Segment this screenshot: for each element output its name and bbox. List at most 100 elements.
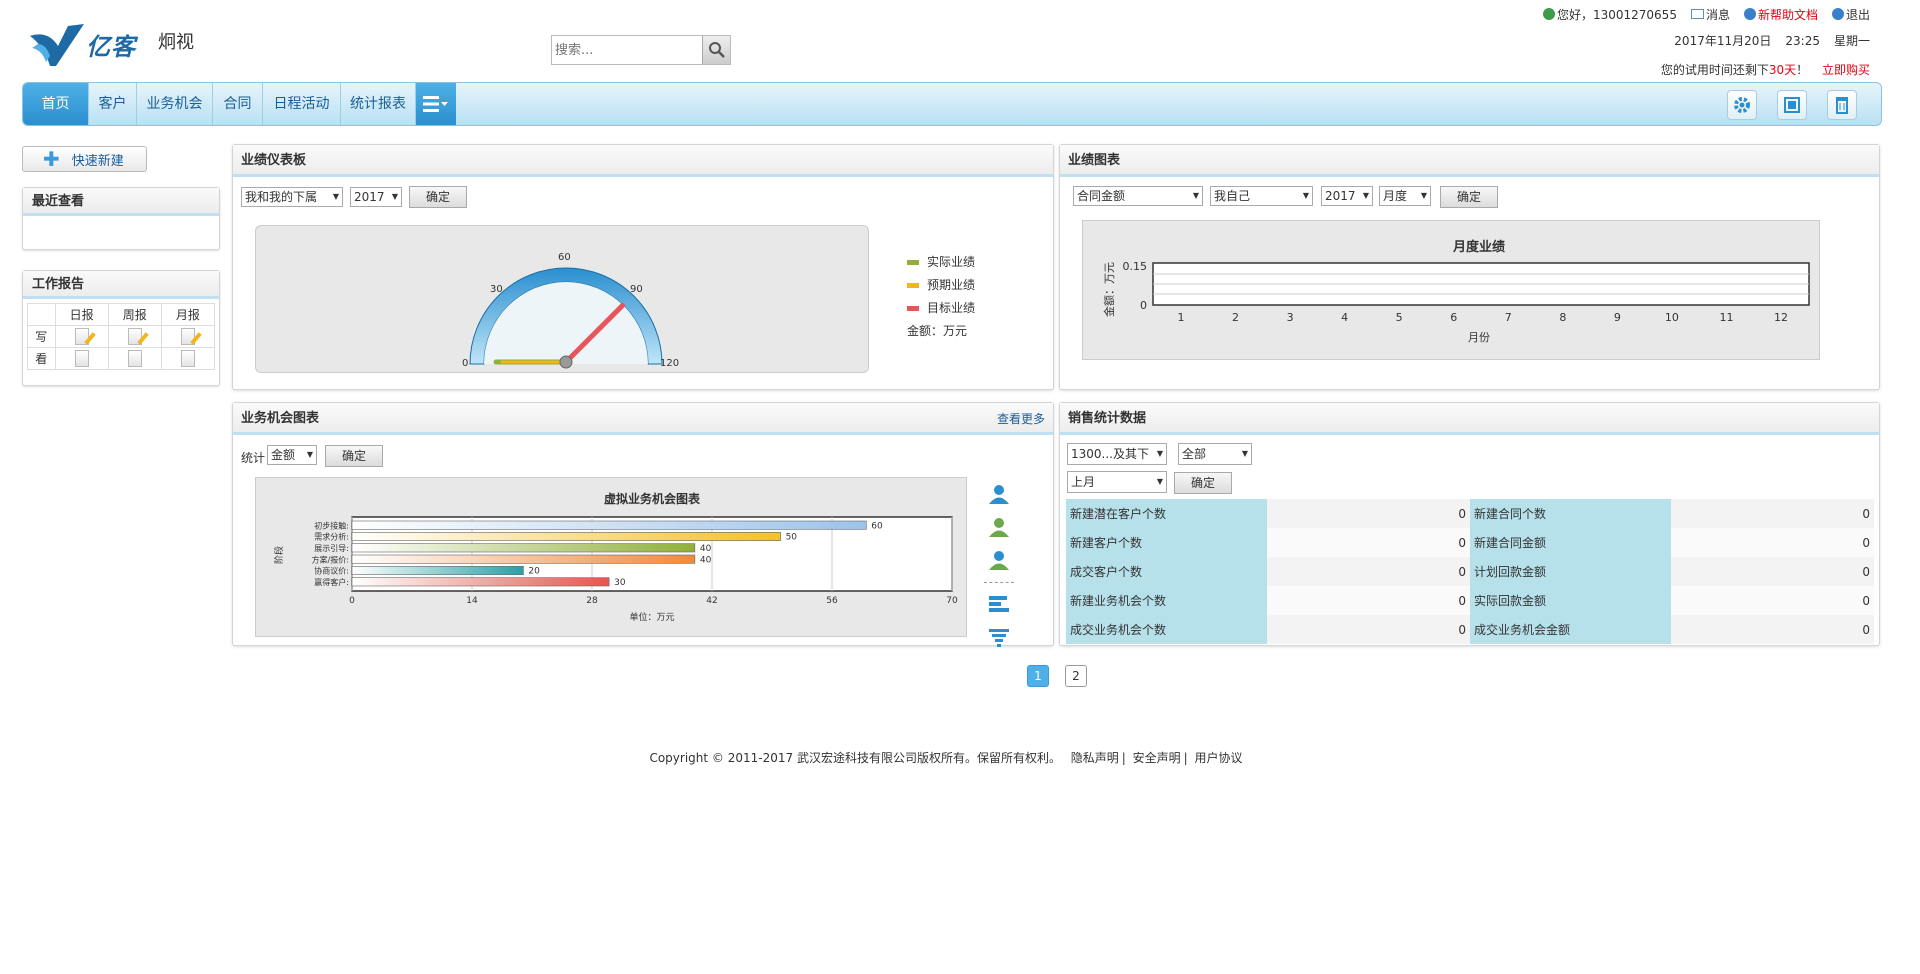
month-tick-label: 7 (1505, 311, 1512, 324)
nav-customers[interactable]: 客户 (89, 83, 137, 125)
search-icon (708, 42, 725, 58)
trash-button[interactable] (1827, 90, 1857, 120)
write-weekly-icon[interactable] (127, 328, 142, 345)
view-more-link[interactable]: 查看更多 (997, 403, 1045, 435)
opportunity-category-label: 展示引导: (314, 544, 349, 553)
opportunity-category-label: 协商议价: (314, 566, 349, 576)
search-input[interactable] (552, 36, 702, 64)
person-icon[interactable] (987, 483, 1019, 508)
month-tick-label: 9 (1614, 311, 1621, 324)
month-tick-label: 6 (1450, 311, 1457, 324)
gauge-area: 0 30 60 90 120 (255, 225, 869, 373)
nav-reports[interactable]: 统计报表 (341, 83, 416, 125)
opportunity-value-label: 40 (700, 555, 712, 565)
legend-actual: 实际业绩 (907, 251, 975, 274)
fullscreen-icon (1784, 97, 1800, 113)
menu-icon (423, 96, 448, 112)
perf-period-select[interactable]: 月度 (1379, 186, 1431, 206)
logo[interactable]: 亿客 炯视 (28, 22, 194, 66)
time-text: 23:25 (1785, 34, 1820, 48)
opportunity-value-label: 60 (871, 521, 883, 531)
write-monthly-icon[interactable] (180, 328, 195, 345)
dashboard-scope-select[interactable]: 我和我的下属 (241, 187, 343, 207)
opportunity-ylabel: 阶段 (273, 546, 285, 564)
opportunity-bar (351, 520, 867, 530)
stat-label-cell: 实际回款金额 (1470, 586, 1671, 615)
stat-value-cell: 0 (1671, 615, 1874, 644)
table-row: 新建潜在客户个数 0 新建合同个数 0 (1066, 499, 1874, 528)
nav-contracts[interactable]: 合同 (213, 83, 263, 125)
table-row: 成交客户个数 0 计划回款金额 0 (1066, 557, 1874, 586)
month-tick-label: 10 (1665, 311, 1679, 324)
stat-label-cell: 成交客户个数 (1066, 557, 1267, 586)
logout-link[interactable]: 退出 (1831, 6, 1870, 23)
nav-schedule[interactable]: 日程活动 (263, 83, 341, 125)
quick-new-button[interactable]: ✚ 快速新建 (22, 146, 147, 172)
perf-metric-select[interactable]: 合同金额 (1073, 186, 1203, 206)
perf-year-select[interactable]: 2017 (1321, 186, 1373, 206)
report-col-monthly: 月报 (160, 303, 216, 326)
work-report-title: 工作报告 (23, 271, 219, 299)
sales-period-select[interactable]: 上月 (1067, 471, 1167, 493)
team-icon[interactable] (987, 549, 1019, 574)
work-report-table: 日报 周报 月报 写 看 (27, 303, 216, 370)
plus-icon: ✚ (43, 147, 60, 171)
page-1-button[interactable]: 1 (1027, 665, 1049, 687)
dashboard-pager: 1 2 (1027, 665, 1087, 687)
help-link[interactable]: 新帮助文档 (1743, 6, 1818, 23)
write-daily-icon[interactable] (74, 328, 89, 345)
stat-select[interactable]: 金额 (267, 445, 317, 465)
perf-chart-panel: 业绩图表 合同金额 我自己 2017 月度 确定 月度业绩 0.15 0 金额：… (1059, 144, 1880, 390)
legend-target: 目标业绩 (907, 297, 975, 320)
search-box (551, 35, 731, 65)
stat-label-cell: 成交业务机会个数 (1066, 615, 1267, 644)
report-corner (27, 303, 56, 326)
perf-who-select[interactable]: 我自己 (1210, 186, 1313, 206)
opportunity-xtick-label: 0 (349, 596, 355, 606)
company-name: 炯视 (158, 32, 194, 53)
month-tick-label: 1 (1178, 311, 1185, 324)
stat-label: 统计 (241, 451, 266, 465)
settings-button[interactable] (1727, 90, 1757, 120)
sales-scope-select[interactable]: 1300...及其下 (1067, 443, 1167, 465)
mail-icon (1690, 9, 1704, 19)
funnel-chart-icon[interactable] (987, 626, 1019, 651)
date-text: 2017年11月20日 (1674, 34, 1772, 48)
opportunity-xtick-label: 28 (586, 596, 598, 606)
search-button[interactable] (702, 36, 730, 64)
view-weekly-icon[interactable] (127, 350, 142, 367)
sales-confirm-button[interactable]: 确定 (1174, 472, 1232, 494)
dashboard-confirm-button[interactable]: 确定 (409, 186, 467, 208)
nav-home[interactable]: 首页 (23, 83, 89, 125)
dashboard-year-select[interactable]: 2017 (350, 187, 402, 207)
sales-filter-select[interactable]: 全部 (1178, 443, 1252, 465)
stat-label-cell: 成交业务机会金额 (1470, 615, 1671, 644)
bar-chart-icon[interactable] (987, 593, 1019, 618)
view-daily-icon[interactable] (74, 350, 89, 367)
opportunity-confirm-button[interactable]: 确定 (325, 445, 383, 467)
stat-label-cell: 新建客户个数 (1066, 528, 1267, 557)
user-agreement-link[interactable]: 用户协议 (1195, 751, 1243, 765)
perf-confirm-button[interactable]: 确定 (1440, 186, 1498, 208)
nav-opportunities[interactable]: 业务机会 (137, 83, 213, 125)
privacy-link[interactable]: 隐私声明 (1071, 751, 1119, 765)
nav-more-button[interactable] (416, 83, 456, 125)
stat-label-cell: 新建潜在客户个数 (1066, 499, 1267, 528)
buy-now-link[interactable]: 立即购买 (1822, 63, 1870, 77)
report-row-write: 写 (27, 325, 56, 348)
page-2-button[interactable]: 2 (1065, 665, 1087, 687)
security-link[interactable]: 安全声明 (1133, 751, 1181, 765)
gauge-chart: 0 30 60 90 120 (462, 252, 679, 369)
stat-value-cell: 0 (1267, 499, 1470, 528)
user-greeting[interactable]: 您好，13001270655 (1542, 6, 1677, 23)
monthly-ytick-zero: 0 (1140, 299, 1147, 312)
message-link[interactable]: 消息 (1690, 6, 1730, 23)
stat-value-cell: 0 (1267, 557, 1470, 586)
user-green-icon[interactable] (987, 516, 1019, 541)
opportunity-category-label: 初步接触: (314, 520, 349, 530)
view-monthly-icon[interactable] (180, 350, 195, 367)
opportunity-xlabel: 单位：万元 (629, 611, 674, 623)
opportunity-xtick-label: 14 (466, 596, 478, 606)
gauge-pivot (559, 355, 573, 369)
fullscreen-button[interactable] (1777, 90, 1807, 120)
